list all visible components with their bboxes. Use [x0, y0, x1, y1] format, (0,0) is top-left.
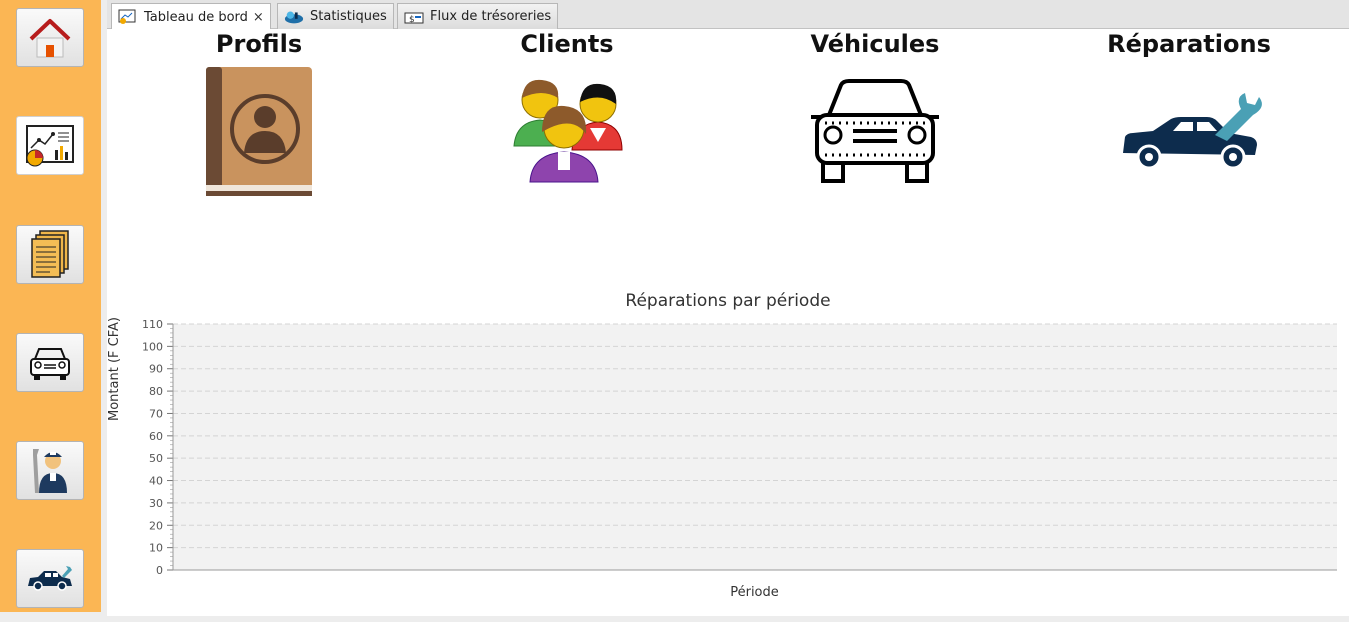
chart-title: Réparations par période [625, 291, 831, 311]
chart-y-axis-label: Montant (F CFA) [107, 317, 122, 421]
vehicles-card[interactable] [807, 77, 943, 191]
clients-card[interactable] [512, 74, 624, 190]
documents-button[interactable] [16, 225, 84, 284]
dashboard-button[interactable] [16, 116, 84, 175]
mechanic-icon [33, 448, 67, 493]
svg-text:$: $ [409, 15, 415, 24]
tab-bar: Tableau de bord × Statistiques $ Flux de… [107, 0, 1349, 30]
dashboard-chart-icon [26, 124, 74, 166]
y-tick-label: 90 [149, 363, 163, 376]
y-tick-label: 30 [149, 497, 163, 510]
home-button[interactable] [16, 8, 84, 67]
y-tick-label: 0 [156, 564, 163, 574]
y-tick-label: 60 [149, 430, 163, 443]
app-window: Tableau de bord × Statistiques $ Flux de… [0, 0, 1349, 622]
car-wrench-icon [1123, 93, 1262, 170]
car-repair-icon [28, 565, 72, 591]
tab-label: Statistiques [310, 9, 387, 24]
profiles-card[interactable] [204, 65, 314, 203]
mechanics-button[interactable] [16, 441, 84, 500]
y-tick-label: 20 [149, 519, 163, 532]
cash-flow-icon: $ [404, 9, 424, 25]
tab-statistics[interactable]: Statistiques [277, 3, 394, 29]
y-tick-label: 40 [149, 475, 163, 488]
tab-cash-flow[interactable]: $ Flux de trésoreries [397, 3, 559, 29]
dashboard-panel: Profils Clients Véhicules Réparations Ré… [107, 29, 1349, 616]
y-tick-label: 110 [142, 318, 163, 331]
tab-label: Flux de trésoreries [430, 9, 552, 24]
repairs-button[interactable] [16, 549, 84, 608]
tab-label: Tableau de bord [144, 9, 248, 25]
clients-title: Clients [520, 30, 614, 58]
y-tick-label: 10 [149, 542, 163, 555]
close-icon[interactable]: × [253, 10, 264, 25]
y-tick-label: 50 [149, 452, 163, 465]
car-outline-icon [30, 347, 70, 380]
vehicles-title: Véhicules [810, 30, 940, 58]
users-group-icon [513, 79, 623, 183]
chart-x-axis-label: Période [730, 585, 779, 600]
tab-dashboard[interactable]: Tableau de bord × [111, 3, 271, 30]
home-icon [29, 18, 71, 57]
dashboard-icon [118, 9, 138, 25]
vehicles-button[interactable] [16, 333, 84, 392]
plot-area [173, 324, 1337, 570]
repairs-chart: 0 10 20 30 40 50 60 70 80 90 100 110 [142, 318, 1337, 574]
y-tick-label: 100 [142, 340, 163, 353]
repairs-title: Réparations [1107, 30, 1271, 58]
y-tick-label: 70 [149, 407, 163, 420]
car-front-icon [811, 79, 939, 183]
repairs-card[interactable] [1119, 91, 1263, 179]
sidebar [0, 0, 101, 612]
profiles-title: Profils [215, 30, 303, 58]
address-book-icon [206, 67, 312, 196]
documents-icon [31, 229, 69, 278]
statistics-icon [284, 9, 304, 25]
y-tick-label: 80 [149, 385, 163, 398]
